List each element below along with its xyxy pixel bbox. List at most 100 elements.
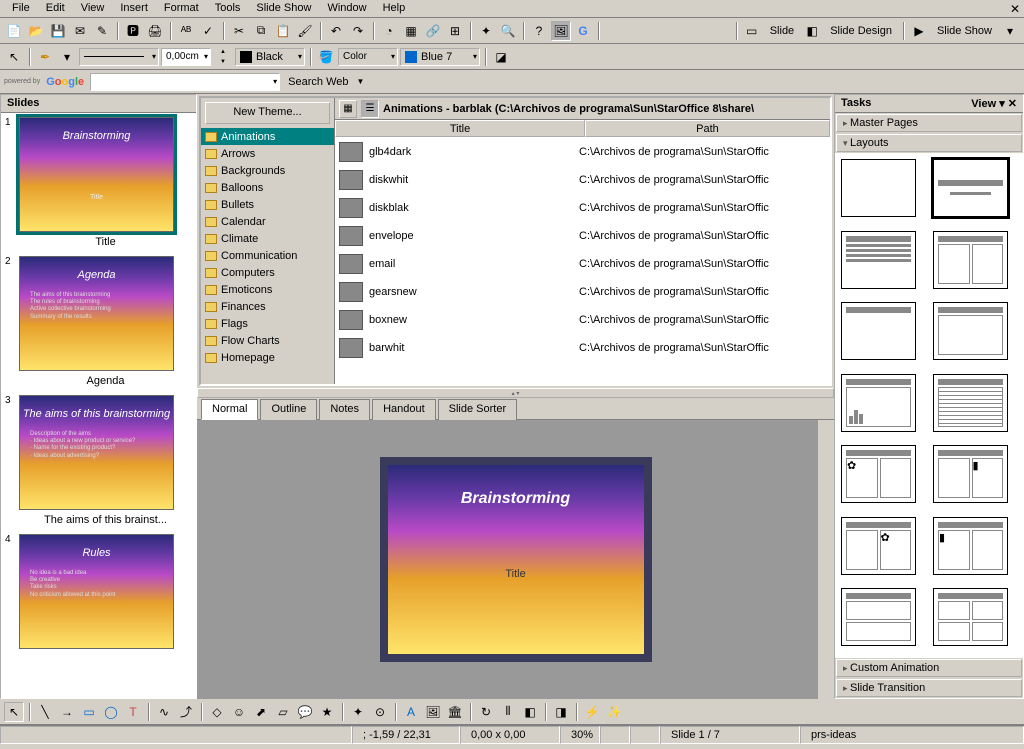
menu-tools[interactable]: Tools: [207, 0, 249, 17]
layout-2col[interactable]: [933, 231, 1008, 289]
gallery-item[interactable]: barwhitC:\Archivos de programa\Sun\StarO…: [335, 334, 830, 362]
theme-item[interactable]: Finances: [201, 298, 334, 315]
menu-view[interactable]: View: [73, 0, 113, 17]
block-icon[interactable]: ⬈: [251, 702, 271, 722]
gallery-list[interactable]: glb4darkC:\Archivos de programa\Sun\Star…: [335, 138, 830, 384]
slide-thumb-1[interactable]: 1BrainstormingTitleTitle: [5, 117, 192, 248]
tab-notes[interactable]: Notes: [319, 399, 370, 420]
slide-thumb-3[interactable]: 3The aims of this brainstormingDescripti…: [5, 395, 192, 526]
extrude-icon[interactable]: ◨: [551, 702, 571, 722]
slide-icon[interactable]: ▭: [742, 21, 762, 41]
help-icon[interactable]: ?: [529, 21, 549, 41]
show-button[interactable]: Slide Show: [931, 25, 998, 37]
icon-view-button[interactable]: ▦: [339, 100, 357, 118]
save-icon[interactable]: 💾: [48, 21, 68, 41]
arrange-icon[interactable]: ◧: [520, 702, 540, 722]
menu-help[interactable]: Help: [375, 0, 414, 17]
theme-item[interactable]: Animations: [201, 128, 334, 145]
interaction-icon[interactable]: ⚡: [582, 702, 602, 722]
theme-item[interactable]: Backgrounds: [201, 162, 334, 179]
layout-titleonly[interactable]: [841, 302, 916, 360]
menu-window[interactable]: Window: [319, 0, 374, 17]
layout-charttext[interactable]: ▮: [933, 517, 1008, 575]
layout-content[interactable]: [841, 231, 916, 289]
flow-icon[interactable]: ▱: [273, 702, 293, 722]
spellcheck-icon[interactable]: ᴬᴮ: [176, 21, 196, 41]
menu-file[interactable]: File: [4, 0, 38, 17]
new-icon[interactable]: 📄: [4, 21, 24, 41]
rect-icon[interactable]: ▭: [79, 702, 99, 722]
vertical-scrollbar[interactable]: [818, 420, 834, 699]
pen-icon[interactable]: ✒: [35, 47, 55, 67]
brush-icon[interactable]: 🖌: [295, 21, 315, 41]
chart-icon[interactable]: ◔: [379, 21, 399, 41]
cut-icon[interactable]: ✂: [229, 21, 249, 41]
text-icon[interactable]: T: [123, 702, 143, 722]
layout-textchart[interactable]: ▮: [933, 445, 1008, 503]
grid-icon[interactable]: ⊞: [445, 21, 465, 41]
gallery-item[interactable]: glb4darkC:\Archivos de programa\Sun\Star…: [335, 138, 830, 166]
theme-list[interactable]: AnimationsArrowsBackgroundsBalloonsBulle…: [201, 128, 334, 384]
menu-edit[interactable]: Edit: [38, 0, 73, 17]
edit-area[interactable]: Brainstorming Title: [197, 420, 834, 699]
connector-icon[interactable]: ⤴: [176, 702, 196, 722]
line-style-dropdown[interactable]: [79, 48, 159, 66]
gallery-item[interactable]: boxnewC:\Archivos de programa\Sun\StarOf…: [335, 306, 830, 334]
rotate-icon[interactable]: ↻: [476, 702, 496, 722]
theme-item[interactable]: Emoticons: [201, 281, 334, 298]
symbol-icon[interactable]: ☺: [229, 702, 249, 722]
width-down-icon[interactable]: ▼: [213, 57, 233, 66]
task-customanim[interactable]: Custom Animation: [836, 659, 1022, 677]
menu-slideshow[interactable]: Slide Show: [248, 0, 319, 17]
align-icon[interactable]: ⫴: [498, 702, 518, 722]
layout-blank[interactable]: [841, 159, 916, 217]
gallery-icon[interactable]: 🖼: [551, 21, 571, 41]
layout-table[interactable]: [933, 374, 1008, 432]
close-icon[interactable]: ✕: [1010, 2, 1020, 16]
open-icon[interactable]: 📂: [26, 21, 46, 41]
layout-4cell[interactable]: [933, 588, 1008, 646]
layout-chart[interactable]: [841, 374, 916, 432]
fill-color-dropdown[interactable]: Blue 7: [400, 48, 480, 66]
slide-thumb-2[interactable]: 2AgendaThe aims of this brainstormingThe…: [5, 256, 192, 387]
slide-placeholder[interactable]: Title: [388, 568, 644, 580]
nav-icon[interactable]: ✦: [476, 21, 496, 41]
layout-2row[interactable]: [841, 588, 916, 646]
gallery-item[interactable]: diskwhitC:\Archivos de programa\Sun\Star…: [335, 166, 830, 194]
theme-item[interactable]: Calendar: [201, 213, 334, 230]
dropdown-icon[interactable]: ▾: [57, 47, 77, 67]
star-icon[interactable]: ★: [317, 702, 337, 722]
fromfile-icon[interactable]: 🖼: [423, 702, 443, 722]
table-icon[interactable]: ▦: [401, 21, 421, 41]
curve-icon[interactable]: ∿: [154, 702, 174, 722]
theme-item[interactable]: Communication: [201, 247, 334, 264]
hyperlink-icon[interactable]: 🔗: [423, 21, 443, 41]
gallery-item[interactable]: diskblakC:\Archivos de programa\Sun\Star…: [335, 194, 830, 222]
line-icon[interactable]: ╲: [35, 702, 55, 722]
task-transition[interactable]: Slide Transition: [836, 679, 1022, 697]
tab-slide-sorter[interactable]: Slide Sorter: [438, 399, 517, 420]
undo-icon[interactable]: ↶: [326, 21, 346, 41]
menu-format[interactable]: Format: [156, 0, 207, 17]
tasks-view-menu[interactable]: View: [971, 98, 996, 110]
gallery-item[interactable]: gearsnewC:\Archivos de programa\Sun\Star…: [335, 278, 830, 306]
task-masterpages[interactable]: Master Pages: [836, 114, 1022, 132]
redo-icon[interactable]: ↷: [348, 21, 368, 41]
shapes-icon[interactable]: ◇: [207, 702, 227, 722]
status-zoom[interactable]: 30%: [560, 726, 600, 744]
theme-item[interactable]: Bullets: [201, 196, 334, 213]
edit-icon[interactable]: ✎: [92, 21, 112, 41]
line-width-field[interactable]: 0,00cm: [161, 48, 211, 66]
autospell-icon[interactable]: ✓: [198, 21, 218, 41]
searchweb-button[interactable]: Search Web: [282, 76, 354, 88]
select-icon[interactable]: ↖: [4, 702, 24, 722]
arrowline-icon[interactable]: →: [57, 702, 77, 722]
gallery-splitter[interactable]: ▴ ▾: [197, 388, 834, 398]
width-up-icon[interactable]: ▲: [213, 47, 233, 56]
col-path[interactable]: Path: [585, 120, 830, 137]
line-color-dropdown[interactable]: Black: [235, 48, 305, 66]
tab-handout[interactable]: Handout: [372, 399, 436, 420]
anim-icon[interactable]: ✨: [604, 702, 624, 722]
ellipse-icon[interactable]: ◯: [101, 702, 121, 722]
callout-icon[interactable]: 💬: [295, 702, 315, 722]
